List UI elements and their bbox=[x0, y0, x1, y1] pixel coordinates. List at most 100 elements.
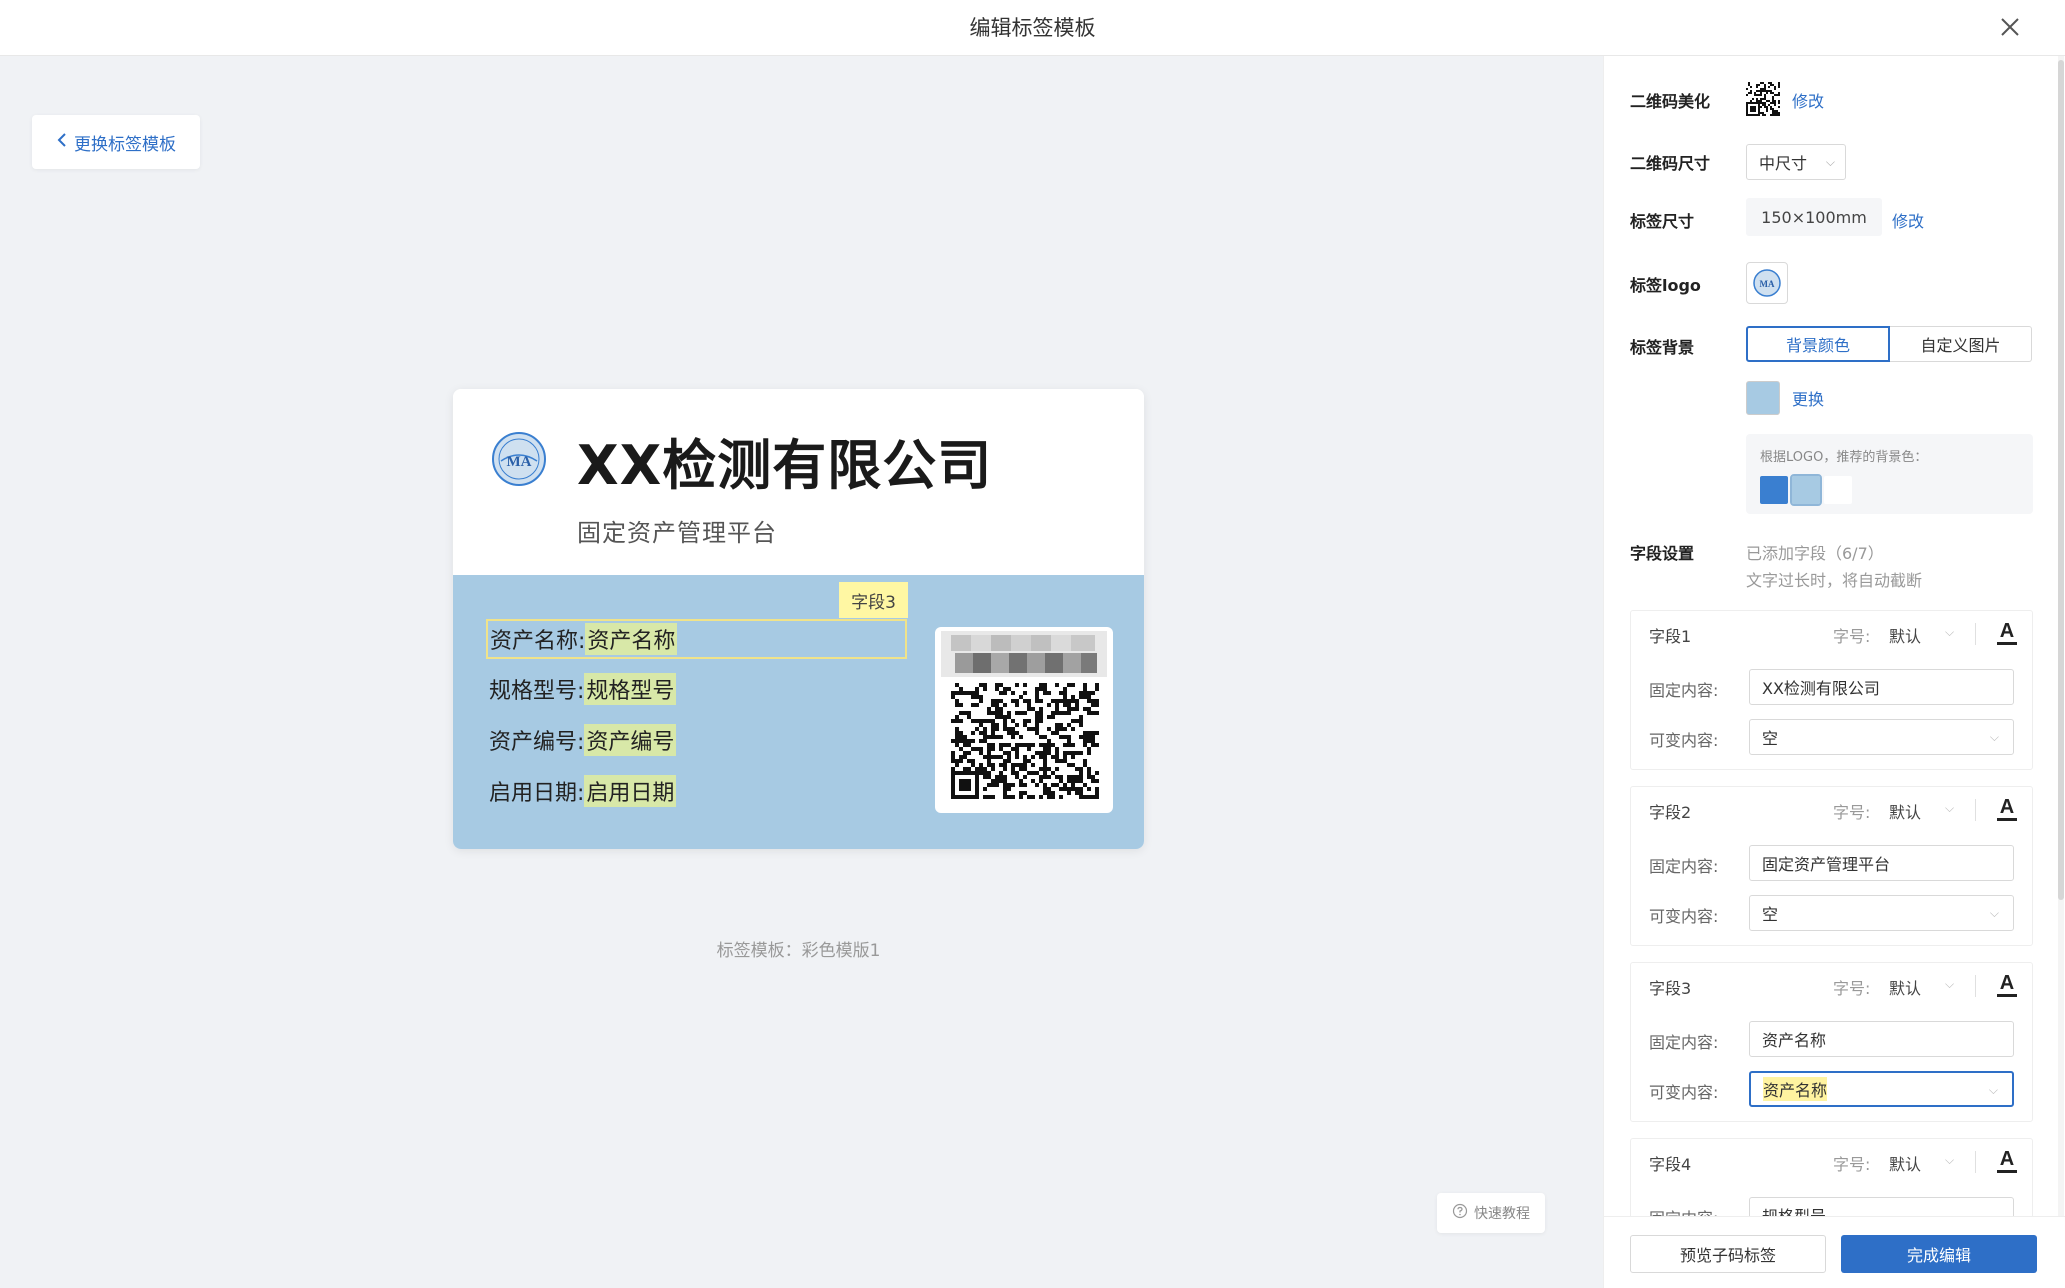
finish-editing-button[interactable]: 完成编辑 bbox=[1841, 1235, 2037, 1273]
font-color-icon[interactable]: A bbox=[1995, 1145, 2019, 1177]
tab-background-color[interactable]: 背景颜色 bbox=[1746, 326, 1890, 362]
font-size-label: 字号: bbox=[1833, 1155, 1871, 1174]
qr-beautify-edit-link[interactable]: 修改 bbox=[1792, 88, 1824, 112]
chevron-down-icon: ⌵ bbox=[1945, 1153, 1955, 1167]
field-row-label: 资产编号: bbox=[489, 730, 585, 755]
divider bbox=[1975, 799, 1976, 821]
qr-code-area[interactable] bbox=[935, 627, 1113, 813]
fixed-content-input[interactable]: 规格型号 bbox=[1749, 1197, 2014, 1216]
label-field-row[interactable]: 资产编号: 资产编号 bbox=[489, 720, 677, 760]
svg-text:A: A bbox=[2000, 620, 2014, 642]
variable-content-label: 可变内容: bbox=[1649, 1083, 1719, 1102]
label-field-row[interactable]: 启用日期: 启用日期 bbox=[489, 771, 677, 811]
variable-content-value: 空 bbox=[1762, 905, 1779, 924]
field-row-value: 资产名称 bbox=[585, 623, 678, 655]
chevron-down-icon: ⌵ bbox=[1945, 801, 1955, 815]
field-name: 字段4 bbox=[1649, 1155, 1692, 1174]
field-row-label: 启用日期: bbox=[489, 781, 585, 806]
fixed-content-input[interactable]: XX检测有限公司 bbox=[1749, 669, 2014, 705]
variable-content-select[interactable]: 空 ⌵ bbox=[1749, 719, 2014, 755]
variable-content-select[interactable]: 空 ⌵ bbox=[1749, 895, 2014, 931]
chevron-down-icon: ⌵ bbox=[1988, 1083, 1998, 1097]
svg-text:A: A bbox=[2000, 972, 2014, 994]
field-row-value: 规格型号 bbox=[584, 673, 677, 705]
field-row-value: 资产编号 bbox=[584, 724, 677, 756]
field-name: 字段2 bbox=[1649, 803, 1692, 822]
change-template-label: 更换标签模板 bbox=[74, 134, 176, 155]
label-size-value: 150×100mm bbox=[1746, 198, 1882, 236]
chevron-down-icon: ⌵ bbox=[1945, 977, 1955, 991]
chevron-down-icon: ⌵ bbox=[1825, 155, 1835, 169]
chevron-down-icon: ⌵ bbox=[1989, 906, 1999, 920]
change-template-button[interactable]: 更换标签模板 bbox=[32, 115, 200, 169]
close-icon[interactable] bbox=[1995, 12, 2025, 42]
font-size-select[interactable]: 默认 bbox=[1889, 1151, 1921, 1175]
recommended-color-swatch[interactable] bbox=[1824, 476, 1852, 504]
label-field-row[interactable]: 资产名称: 资产名称 bbox=[486, 619, 907, 659]
variable-content-select[interactable]: 资产名称 ⌵ bbox=[1749, 1071, 2014, 1107]
field-row-label: 资产名称: bbox=[490, 629, 586, 654]
font-size-label: 字号: bbox=[1833, 803, 1871, 822]
label-preview: MA XX检测有限公司 固定资产管理平台 字段3 资产名称: 资产名称 规格型号… bbox=[453, 389, 1144, 849]
divider bbox=[1975, 975, 1976, 997]
svg-text:MA: MA bbox=[1760, 279, 1775, 289]
label-logo-label: 标签logo bbox=[1630, 276, 1701, 295]
quick-tutorial-button[interactable]: 快速教程 bbox=[1437, 1193, 1545, 1233]
field-card-2: 字段2 字号: 默认 ⌵ A 固定内容: 固定资产管理平台 可变内容: 空 ⌵ bbox=[1630, 786, 2033, 946]
label-subtitle[interactable]: 固定资产管理平台 bbox=[577, 513, 777, 548]
tab-custom-image[interactable]: 自定义图片 bbox=[1890, 326, 2032, 362]
font-size-label: 字号: bbox=[1833, 627, 1871, 646]
fixed-content-input[interactable]: 固定资产管理平台 bbox=[1749, 845, 2014, 881]
field-name: 字段3 bbox=[1649, 979, 1692, 998]
help-circle-icon bbox=[1452, 1203, 1468, 1223]
label-company-name[interactable]: XX检测有限公司 bbox=[577, 421, 992, 500]
font-color-icon[interactable]: A bbox=[1995, 793, 2019, 825]
qr-size-select[interactable]: 中尺寸 ⌵ bbox=[1746, 144, 1846, 180]
svg-text:A: A bbox=[2000, 1148, 2014, 1170]
font-color-icon[interactable]: A bbox=[1995, 617, 2019, 649]
variable-content-label: 可变内容: bbox=[1649, 731, 1719, 750]
active-field-tag: 字段3 bbox=[839, 582, 908, 618]
font-size-label: 字号: bbox=[1833, 979, 1871, 998]
field-row-value: 启用日期 bbox=[584, 775, 677, 807]
logo-thumbnail-icon[interactable]: MA bbox=[1746, 262, 1788, 304]
recommended-colors: 根据LOGO，推荐的背景色： bbox=[1746, 434, 2033, 514]
chevron-down-icon: ⌵ bbox=[1945, 625, 1955, 639]
recommended-color-swatch[interactable] bbox=[1760, 476, 1788, 504]
preview-sub-label-button[interactable]: 预览子码标签 bbox=[1630, 1235, 1826, 1273]
qr-thumbnail-icon[interactable] bbox=[1746, 82, 1780, 116]
qr-size-value: 中尺寸 bbox=[1759, 154, 1808, 173]
label-bg-label: 标签背景 bbox=[1630, 338, 1695, 357]
fixed-content-input[interactable]: 资产名称 bbox=[1749, 1021, 2014, 1057]
recommended-colors-text: 根据LOGO，推荐的背景色： bbox=[1760, 450, 1928, 465]
dialog-header: 编辑标签模板 bbox=[0, 0, 2065, 56]
blurred-code-text bbox=[941, 631, 1107, 677]
qr-code-icon bbox=[951, 683, 1099, 799]
fixed-content-label: 固定内容: bbox=[1649, 1205, 1718, 1216]
font-size-select[interactable]: 默认 bbox=[1889, 799, 1921, 823]
settings-panel: 二维码美化 修改 二维码尺寸 中尺寸 ⌵ 标签尺寸 150×100mm 修改 标… bbox=[1603, 56, 2065, 1288]
label-field-row[interactable]: 规格型号: 规格型号 bbox=[489, 669, 677, 709]
fixed-content-label: 固定内容: bbox=[1649, 681, 1719, 700]
settings-scroll[interactable]: 二维码美化 修改 二维码尺寸 中尺寸 ⌵ 标签尺寸 150×100mm 修改 标… bbox=[1604, 56, 2065, 1216]
fields-count-text: 已添加字段（6/7） bbox=[1746, 544, 1884, 563]
quick-tutorial-label: 快速教程 bbox=[1474, 1206, 1530, 1222]
label-body: 字段3 资产名称: 资产名称 规格型号: 规格型号 资产编号: 资产编号 启用日… bbox=[453, 575, 1144, 849]
change-bg-color-link[interactable]: 更换 bbox=[1792, 386, 1824, 410]
font-size-select[interactable]: 默认 bbox=[1889, 623, 1921, 647]
panel-scrollbar[interactable] bbox=[2058, 56, 2064, 1216]
label-size-edit-link[interactable]: 修改 bbox=[1892, 208, 1924, 232]
variable-content-value: 资产名称 bbox=[1763, 1077, 1828, 1101]
font-size-select[interactable]: 默认 bbox=[1889, 975, 1921, 999]
recommended-color-swatch[interactable] bbox=[1790, 474, 1822, 506]
bg-color-swatch[interactable] bbox=[1746, 381, 1780, 415]
scrollbar-thumb[interactable] bbox=[2058, 60, 2064, 900]
qr-beautify-label: 二维码美化 bbox=[1630, 92, 1711, 111]
chevron-down-icon: ⌵ bbox=[1989, 730, 1999, 744]
svg-text:A: A bbox=[2000, 796, 2014, 818]
font-color-icon[interactable]: A bbox=[1995, 969, 2019, 1001]
company-logo-icon[interactable]: MA bbox=[491, 431, 547, 487]
field-settings-label: 字段设置 bbox=[1630, 544, 1695, 563]
field-card-4: 字段4 字号: 默认 ⌵ A 固定内容: 规格型号 bbox=[1630, 1138, 2033, 1216]
variable-content-value: 空 bbox=[1762, 729, 1779, 748]
